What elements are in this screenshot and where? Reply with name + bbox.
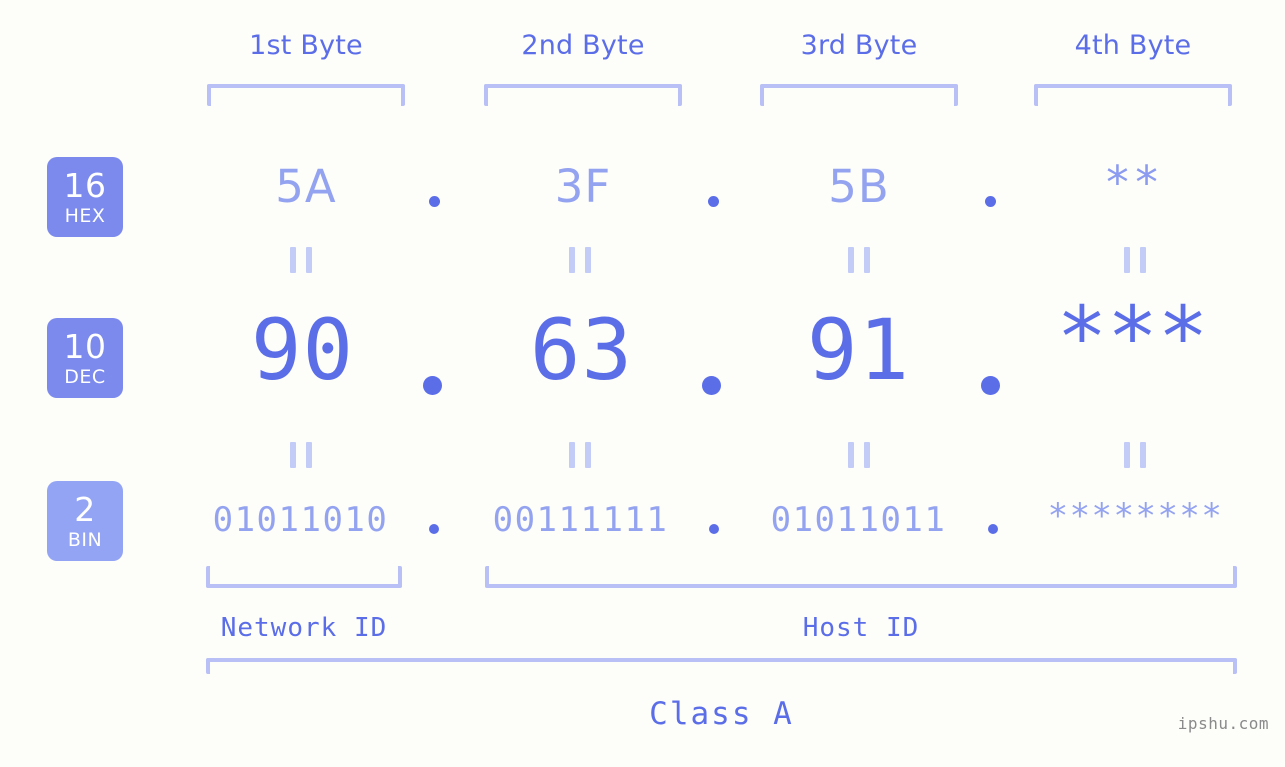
hex-byte-2: 3F bbox=[554, 160, 612, 213]
byte-header-1: 1st Byte bbox=[249, 30, 363, 61]
base-badge-hex-number: 16 bbox=[63, 165, 107, 205]
dec-byte-3: 91 bbox=[806, 301, 911, 399]
base-badge-bin-label: BIN bbox=[67, 528, 103, 551]
hex-separator-dot-2 bbox=[708, 196, 719, 207]
class-label: Class A bbox=[649, 696, 794, 732]
watermark: ipshu.com bbox=[1177, 714, 1269, 733]
base-badge-dec-label: DEC bbox=[64, 365, 106, 388]
base-badge-hex-label: HEX bbox=[64, 204, 106, 227]
equals-connector-dec-bin-4 bbox=[1124, 442, 1146, 468]
byte-bracket-3 bbox=[760, 84, 958, 106]
base-badge-dec: 10 DEC bbox=[47, 318, 123, 398]
byte-bracket-4 bbox=[1034, 84, 1232, 106]
base-badge-bin-number: 2 bbox=[74, 489, 96, 529]
equals-connector-hex-dec-2 bbox=[569, 247, 591, 273]
dec-byte-1: 90 bbox=[250, 301, 355, 399]
ip-address-breakdown-diagram: 1st Byte 2nd Byte 3rd Byte 4th Byte 16 H… bbox=[0, 0, 1285, 767]
byte-header-4: 4th Byte bbox=[1074, 30, 1192, 61]
dec-byte-4: *** bbox=[1056, 288, 1209, 386]
hex-byte-3: 5B bbox=[828, 160, 890, 213]
dec-byte-2: 63 bbox=[529, 301, 634, 399]
equals-connector-dec-bin-2 bbox=[569, 442, 591, 468]
network-id-label: Network ID bbox=[220, 613, 388, 643]
byte-bracket-1 bbox=[207, 84, 405, 106]
bin-separator-dot-3 bbox=[988, 524, 998, 534]
byte-header-2: 2nd Byte bbox=[521, 30, 645, 61]
class-bracket bbox=[206, 658, 1237, 674]
hex-separator-dot-1 bbox=[429, 196, 440, 207]
hex-separator-dot-3 bbox=[985, 196, 996, 207]
host-id-label: Host ID bbox=[802, 613, 920, 643]
network-id-bracket bbox=[206, 566, 402, 588]
hex-byte-1: 5A bbox=[275, 160, 337, 213]
bin-separator-dot-1 bbox=[429, 524, 439, 534]
host-id-bracket bbox=[485, 566, 1237, 588]
bin-byte-1: 01011010 bbox=[212, 500, 389, 540]
byte-bracket-2 bbox=[484, 84, 682, 106]
dec-separator-dot-1 bbox=[423, 376, 442, 395]
dec-separator-dot-3 bbox=[981, 376, 1000, 395]
bin-byte-3: 01011011 bbox=[770, 500, 947, 540]
byte-header-3: 3rd Byte bbox=[800, 30, 918, 61]
dec-separator-dot-2 bbox=[702, 376, 721, 395]
base-badge-bin: 2 BIN bbox=[47, 481, 123, 561]
hex-byte-4: ** bbox=[1103, 156, 1163, 209]
equals-connector-dec-bin-1 bbox=[290, 442, 312, 468]
equals-connector-hex-dec-1 bbox=[290, 247, 312, 273]
bin-byte-4: ******** bbox=[1047, 496, 1224, 536]
equals-connector-hex-dec-3 bbox=[848, 247, 870, 273]
base-badge-hex: 16 HEX bbox=[47, 157, 123, 237]
equals-connector-dec-bin-3 bbox=[848, 442, 870, 468]
equals-connector-hex-dec-4 bbox=[1124, 247, 1146, 273]
bin-byte-2: 00111111 bbox=[492, 500, 669, 540]
base-badge-dec-number: 10 bbox=[63, 326, 107, 366]
bin-separator-dot-2 bbox=[709, 524, 719, 534]
